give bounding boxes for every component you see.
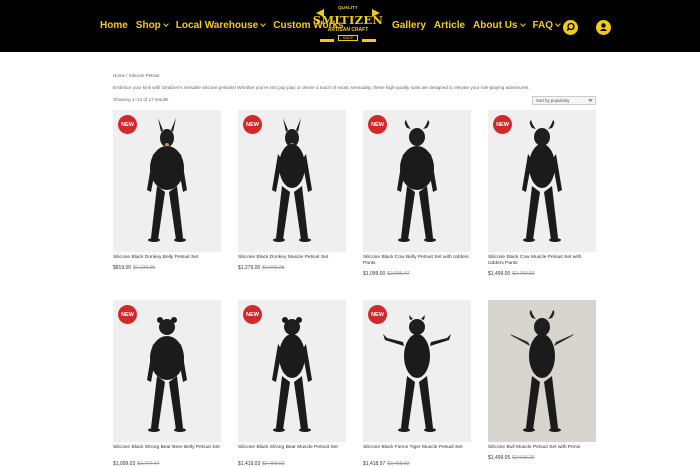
- chevron-down-icon: [555, 21, 561, 27]
- product-title[interactable]: Silicone Black Donkey Muscle Petsuit Set: [238, 255, 348, 261]
- product-old-price: $2,500.25: [262, 265, 285, 271]
- site-header: Home Shop Local Warehouse Custom Works QUAL…: [0, 0, 700, 52]
- product-old-price: $2,469.92: [387, 461, 410, 467]
- chevron-down-icon: [260, 21, 267, 27]
- product-price: $819.00: [113, 265, 132, 271]
- product-title[interactable]: Silicone Black Cow Muscle Petsuit Set wi…: [488, 255, 598, 267]
- new-badge: NEW: [368, 115, 387, 134]
- new-badge: NEW: [118, 115, 137, 134]
- nav-right: Gallery Article About Us FAQ: [392, 20, 568, 31]
- price-row: $1,499.00 $2,769.92: [488, 271, 535, 277]
- user-icon: [599, 23, 608, 31]
- product-title[interactable]: Silicone Black Strong Bear Muscle Petsui…: [238, 445, 348, 451]
- breadcrumb[interactable]: Home / Silicone Petsuit: [113, 73, 160, 78]
- product-price: $1,499.00: [488, 271, 511, 277]
- product-old-price: $2,096.47: [387, 271, 410, 277]
- product-price: $1,419.03: [238, 461, 261, 467]
- product-image[interactable]: NEW: [238, 110, 346, 252]
- price-row: $1,419.03 $2,469.92: [238, 461, 285, 467]
- product-image[interactable]: NEW: [238, 300, 346, 442]
- product-title[interactable]: Silicone Black Fierce Tiger Muscle Petsu…: [363, 445, 473, 451]
- product-image[interactable]: NEW: [488, 110, 596, 252]
- nav-item-label: FAQ: [532, 20, 554, 31]
- product-title[interactable]: Silicone Black Donkey Belly Petsuit Set: [113, 255, 223, 261]
- nav-item-label: Local Warehouse: [175, 20, 259, 31]
- product-old-price: $2,533.29: [512, 455, 535, 461]
- price-row: $1,499.05 $2,533.29: [488, 455, 535, 461]
- nav-item-home[interactable]: Home: [100, 20, 128, 31]
- new-badge: NEW: [243, 115, 262, 134]
- new-badge: NEW: [118, 305, 137, 324]
- product-image[interactable]: NEW: [113, 110, 221, 252]
- product-figure: [506, 310, 578, 432]
- product-image[interactable]: [488, 300, 596, 442]
- product-title[interactable]: Silicone Black Cow Belly Petsuit Set wit…: [363, 255, 473, 267]
- price-row: $1,099.00 $2,096.47: [363, 271, 410, 277]
- price-row: $819.00 $2,131.25: [113, 265, 155, 271]
- chevron-down-icon: [519, 21, 526, 27]
- account-button[interactable]: [596, 20, 611, 35]
- chevron-down-icon: [588, 97, 593, 102]
- nav-item-shop[interactable]: Shop: [135, 20, 169, 31]
- price-row: $1,418.97 $2,469.92: [363, 461, 410, 467]
- product-old-price: $2,469.92: [262, 461, 285, 467]
- nav-item-label: Gallery: [392, 20, 426, 31]
- chevron-down-icon: [162, 21, 169, 27]
- nav-item-label: Shop: [135, 20, 161, 31]
- category-description: Embrace your kink with Smitizen's versat…: [113, 85, 530, 90]
- nav-item-gallery[interactable]: Gallery: [392, 20, 426, 31]
- price-row: $1,279.00 $2,500.25: [238, 265, 285, 271]
- result-count: Showing 1–12 of 17 results: [113, 97, 169, 102]
- product-title[interactable]: Silicone Black Strong Bear Beer Belly Pe…: [113, 445, 223, 451]
- site-logo[interactable]: QUALITY SMITIZEN ARTISAN CRAFT SINCE: [312, 3, 384, 49]
- logo-hammer-icon: [316, 9, 380, 42]
- sort-selected-value: Sort by popularity: [536, 98, 570, 103]
- product-image[interactable]: NEW: [113, 300, 221, 442]
- product-old-price: $2,131.25: [133, 265, 156, 271]
- product-title[interactable]: Silicone Bull Muscle Petsuit Set with Pe…: [488, 445, 598, 451]
- product-image[interactable]: NEW: [363, 300, 471, 442]
- nav-item-article[interactable]: Article: [434, 20, 465, 31]
- search-button[interactable]: [563, 20, 578, 35]
- product-price: $1,279.00: [238, 265, 261, 271]
- product-price: $1,099.03: [113, 461, 136, 467]
- nav-item-faq[interactable]: FAQ: [533, 20, 561, 31]
- new-badge: NEW: [243, 305, 262, 324]
- product-price: $1,099.00: [363, 271, 386, 277]
- nav-item-local-warehouse[interactable]: Local Warehouse: [175, 20, 267, 31]
- price-row: $1,099.03 $1,777.47: [113, 461, 160, 467]
- product-old-price: $2,769.92: [512, 271, 535, 277]
- product-old-price: $1,777.47: [137, 461, 160, 467]
- new-badge: NEW: [368, 305, 387, 324]
- product-price: $1,418.97: [363, 461, 386, 467]
- product-image[interactable]: NEW: [363, 110, 471, 252]
- nav-item-label: About Us: [473, 20, 518, 31]
- nav-item-about-us[interactable]: About Us: [473, 20, 526, 31]
- product-price: $1,499.05: [488, 455, 511, 461]
- nav-item-label: Home: [100, 20, 128, 31]
- nav-item-label: Article: [433, 20, 466, 31]
- search-icon: [566, 22, 575, 32]
- sort-select[interactable]: Sort by popularity: [532, 96, 596, 105]
- new-badge: NEW: [493, 115, 512, 134]
